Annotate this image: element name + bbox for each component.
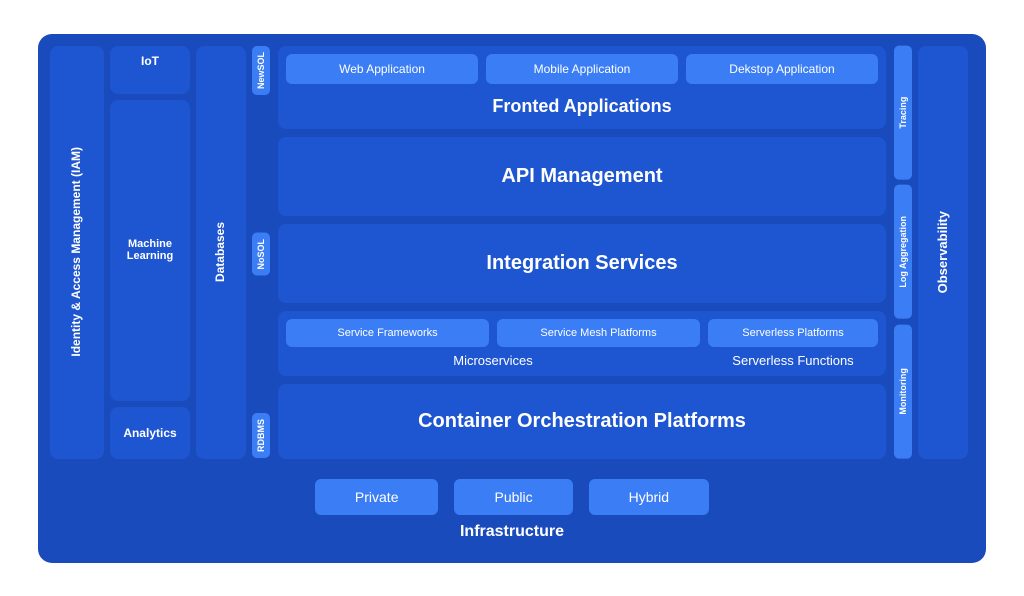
left-inner-col: IoT Machine Learning Analytics: [110, 46, 190, 459]
iot-label: IoT: [141, 54, 159, 68]
ms-right: Serverless Platforms Serverless Function…: [708, 319, 878, 368]
service-mesh-chip: Service Mesh Platforms: [497, 319, 700, 347]
integration-section: Integration Services: [278, 224, 886, 303]
service-frameworks-chip: Service Frameworks: [286, 319, 489, 347]
public-chip: Public: [454, 479, 572, 515]
container-label: Container Orchestration Platforms: [286, 398, 878, 445]
iam-block: Identity & Access Management (IAM): [50, 46, 104, 459]
ms-chips-row: Service Frameworks Service Mesh Platform…: [286, 319, 700, 347]
container-section: Container Orchestration Platforms: [278, 384, 886, 459]
integration-label: Integration Services: [286, 240, 878, 287]
databases-block: Databases: [196, 46, 246, 459]
db-chip-rdbms: RDBMS: [252, 413, 270, 458]
db-chip-newsol: NewSOL: [252, 46, 270, 95]
ml-label: Machine Learning: [116, 238, 184, 262]
obs-chip-log: Log Aggregation: [894, 185, 912, 319]
center-column: Web Application Mobile Application Dekst…: [278, 46, 886, 459]
obs-chip-tracing: Tracing: [894, 46, 912, 180]
databases-label: Databases: [213, 222, 229, 282]
ms-left: Service Frameworks Service Mesh Platform…: [286, 319, 700, 368]
iam-label: Identity & Access Management (IAM): [69, 147, 85, 357]
microservices-section: Service Frameworks Service Mesh Platform…: [278, 311, 886, 376]
service-mesh-label: Service Mesh Platforms: [540, 327, 656, 339]
service-frameworks-label: Service Frameworks: [337, 327, 437, 339]
api-label: API Management: [286, 153, 878, 200]
obs-chip-monitoring: Monitoring: [894, 325, 912, 459]
desktop-app-label: Dekstop Application: [729, 62, 834, 76]
private-chip: Private: [315, 479, 439, 515]
right-column: Tracing Log Aggregation Monitoring Obser…: [894, 46, 974, 459]
infrastructure-label: Infrastructure: [66, 523, 958, 541]
serverless-platforms-label: Serverless Platforms: [742, 327, 843, 339]
db-chip-nosol: NoSOL: [252, 233, 270, 276]
iot-block: IoT: [110, 46, 190, 94]
ml-block: Machine Learning: [110, 100, 190, 401]
microservices-label: Microservices: [286, 353, 700, 368]
main-wrapper: Identity & Access Management (IAM) IoT M…: [38, 34, 986, 563]
observability-label: Observability: [935, 211, 952, 293]
analytics-label: Analytics: [123, 426, 176, 440]
web-app-label: Web Application: [339, 62, 425, 76]
top-area: Identity & Access Management (IAM) IoT M…: [50, 46, 974, 459]
fronted-label: Fronted Applications: [286, 92, 878, 121]
api-section: API Management: [278, 137, 886, 216]
left-column: Identity & Access Management (IAM) IoT M…: [50, 46, 270, 459]
obs-chips-col: Tracing Log Aggregation Monitoring: [894, 46, 912, 459]
serverless-functions-label: Serverless Functions: [708, 353, 878, 368]
diagram-container: Identity & Access Management (IAM) IoT M…: [22, 18, 1002, 579]
app-chips-row: Web Application Mobile Application Dekst…: [286, 54, 878, 84]
serverless-platforms-chip: Serverless Platforms: [708, 319, 878, 347]
private-label: Private: [355, 489, 399, 505]
public-label: Public: [494, 489, 532, 505]
hybrid-chip: Hybrid: [589, 479, 709, 515]
databases-column: Databases NewSOL NoSOL RDBMS: [196, 46, 270, 459]
fronted-section: Web Application Mobile Application Dekst…: [278, 46, 886, 129]
web-application-chip: Web Application: [286, 54, 478, 84]
infra-chips-row: Private Public Hybrid: [66, 479, 958, 515]
mobile-application-chip: Mobile Application: [486, 54, 678, 84]
infrastructure-row: Private Public Hybrid Infrastructure: [50, 469, 974, 551]
db-chips-col: NewSOL NoSOL RDBMS: [252, 46, 270, 459]
desktop-application-chip: Dekstop Application: [686, 54, 878, 84]
observability-block: Observability: [918, 46, 968, 459]
analytics-block: Analytics: [110, 407, 190, 459]
mobile-app-label: Mobile Application: [534, 62, 631, 76]
hybrid-label: Hybrid: [629, 489, 669, 505]
